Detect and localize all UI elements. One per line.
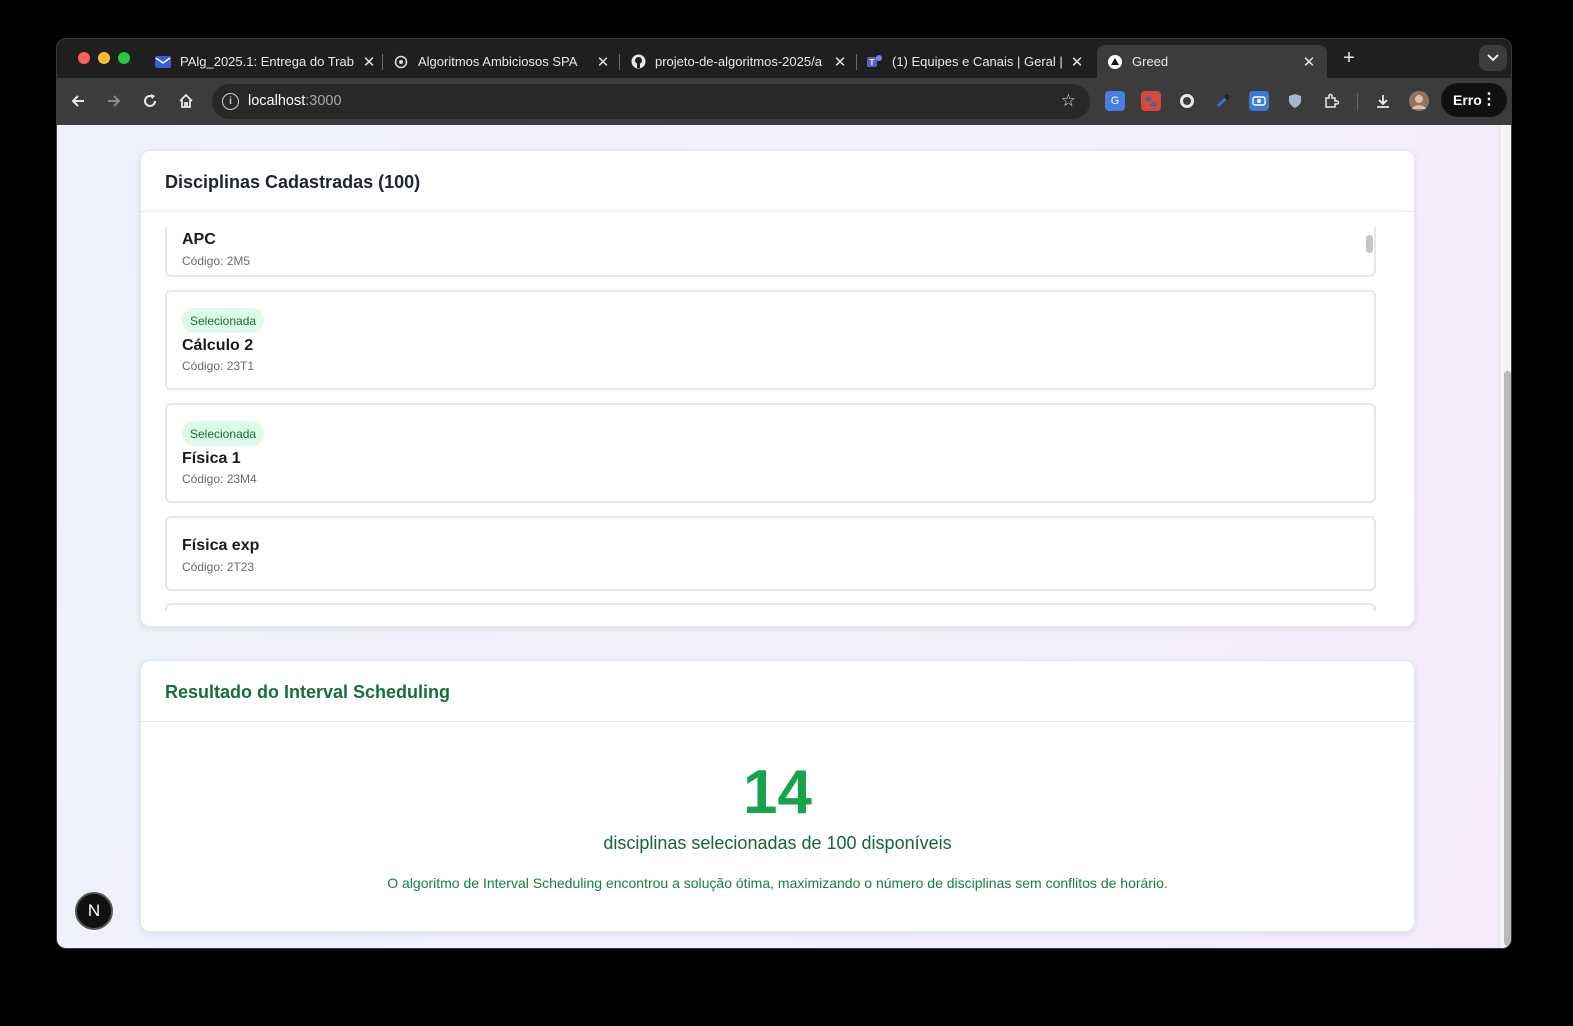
algorithm-explanation: O algoritmo de Interval Scheduling encon… (387, 875, 1168, 891)
site-info-icon[interactable]: i (222, 93, 239, 110)
browser-toolbar: i localhost:3000 ☆ G 🐾 Erro ⋮ (57, 78, 1511, 125)
close-window-button[interactable] (78, 52, 90, 64)
reload-icon (144, 94, 156, 107)
disciplinas-header: Disciplinas Cadastradas (100) (141, 151, 1414, 212)
eyedropper-extension-icon[interactable] (1213, 91, 1233, 111)
close-tab-icon[interactable]: ✕ (595, 54, 611, 71)
list-scrollbar-thumb[interactable] (1366, 235, 1373, 253)
new-tab-button[interactable]: + (1339, 47, 1359, 69)
close-tab-icon[interactable]: ✕ (1069, 54, 1085, 71)
screen-capture-extension-icon[interactable] (1249, 91, 1269, 111)
circle-extension-icon[interactable] (1177, 91, 1197, 111)
tab-title: PAlg_2025.1: Entrega do Trab (180, 54, 354, 69)
disciplina-name: APC (182, 231, 216, 248)
page-viewport: Disciplinas Cadastradas (100) APC Código… (57, 125, 1511, 948)
disciplina-code: Código: 23T1 (182, 359, 255, 373)
selected-count: 14 (743, 758, 812, 827)
tab-title: Algoritmos Ambiciosos SPA (418, 54, 578, 69)
cat-extension-icon[interactable]: 🐾 (1141, 91, 1161, 111)
disciplina-code: Código: 2T23 (182, 560, 255, 574)
triangle-icon (1107, 54, 1123, 70)
tab-divider (619, 54, 620, 70)
profile-error-label: Erro (1453, 92, 1482, 108)
bookmark-star-icon[interactable]: ☆ (1061, 91, 1076, 111)
selected-summary: disciplinas selecionadas de 100 disponív… (603, 833, 952, 853)
tab-strip: PAlg_2025.1: Entrega do Trab ✕ Algoritmo… (57, 39, 1511, 78)
tab-divider (382, 54, 383, 70)
home-button[interactable] (175, 90, 197, 112)
tab-github[interactable]: projeto-de-algoritmos-2025/a ✕ (630, 45, 848, 78)
profile-error-button[interactable]: Erro ⋮ (1441, 83, 1507, 117)
shield-extension-icon[interactable] (1285, 91, 1305, 111)
browser-window: PAlg_2025.1: Entrega do Trab ✕ Algoritmo… (56, 38, 1512, 949)
envelope-icon (155, 54, 171, 70)
disciplina-code: Código: 23M4 (182, 472, 257, 486)
extensions-puzzle-icon[interactable] (1321, 91, 1341, 111)
toolbar-divider (1357, 93, 1358, 111)
svg-text:T: T (870, 58, 875, 67)
list-scrollbar[interactable] (1364, 227, 1376, 611)
url-text: localhost:3000 (248, 93, 342, 109)
resultado-card: Resultado do Interval Scheduling 14 disc… (140, 660, 1415, 932)
disciplinas-list[interactable]: APC Código: 2M5 Selecionada Cálculo 2 Có… (165, 227, 1376, 611)
disciplina-code: Código: 2M5 (182, 254, 251, 268)
disciplina-name: Física exp (182, 537, 260, 554)
tab-teams[interactable]: T (1) Equipes e Canais | Geral | I ✕ (867, 45, 1085, 78)
disciplinas-card: Disciplinas Cadastradas (100) APC Código… (140, 150, 1415, 627)
menu-kebab-icon[interactable]: ⋮ (1481, 89, 1497, 109)
tab-algoritmos[interactable]: Algoritmos Ambiciosos SPA ✕ (393, 45, 611, 78)
maximize-window-button[interactable] (118, 52, 130, 64)
list-item[interactable] (165, 603, 1376, 611)
github-icon (630, 54, 646, 70)
status-badge: Selecionada (182, 421, 265, 446)
nextjs-dev-indicator[interactable]: N (75, 892, 113, 930)
minimize-window-button[interactable] (98, 52, 110, 64)
list-item[interactable]: Selecionada Física 1 Código: 23M4 (165, 403, 1376, 503)
address-bar[interactable]: i localhost:3000 ☆ (212, 84, 1090, 119)
arrow-left-icon (71, 95, 84, 107)
translate-extension-icon[interactable]: G (1105, 91, 1125, 111)
page-scrollbar[interactable] (1499, 125, 1511, 948)
forward-button[interactable] (103, 90, 125, 112)
tab-divider (856, 54, 857, 70)
list-item[interactable]: APC Código: 2M5 (165, 227, 1376, 277)
avatar[interactable] (1409, 91, 1429, 111)
tab-greed[interactable]: Greed ✕ (1097, 45, 1327, 78)
close-tab-icon[interactable]: ✕ (1301, 54, 1317, 71)
openai-icon (393, 54, 409, 70)
list-item[interactable]: Selecionada Cálculo 2 Código: 23T1 (165, 290, 1376, 390)
list-item[interactable]: Física exp Código: 2T23 (165, 516, 1376, 591)
status-badge: Selecionada (182, 308, 265, 333)
arrow-right-icon (108, 95, 121, 107)
tab-palg[interactable]: PAlg_2025.1: Entrega do Trab ✕ (155, 45, 377, 78)
close-tab-icon[interactable]: ✕ (832, 54, 848, 71)
home-icon (179, 93, 193, 108)
tab-search-button[interactable] (1479, 45, 1507, 71)
disciplina-name: Cálculo 2 (182, 337, 254, 354)
download-icon[interactable] (1373, 91, 1393, 111)
tab-title: Greed (1132, 54, 1169, 69)
resultado-header: Resultado do Interval Scheduling (141, 661, 1414, 722)
tab-title: (1) Equipes e Canais | Geral | I (892, 54, 1063, 69)
tab-title: projeto-de-algoritmos-2025/a (655, 54, 822, 69)
disciplina-name: Física 1 (182, 450, 241, 467)
teams-icon: T (867, 54, 883, 70)
back-button[interactable] (67, 90, 89, 112)
close-tab-icon[interactable]: ✕ (361, 54, 377, 71)
reload-button[interactable] (139, 90, 161, 112)
page-scrollbar-thumb[interactable] (1504, 371, 1511, 946)
